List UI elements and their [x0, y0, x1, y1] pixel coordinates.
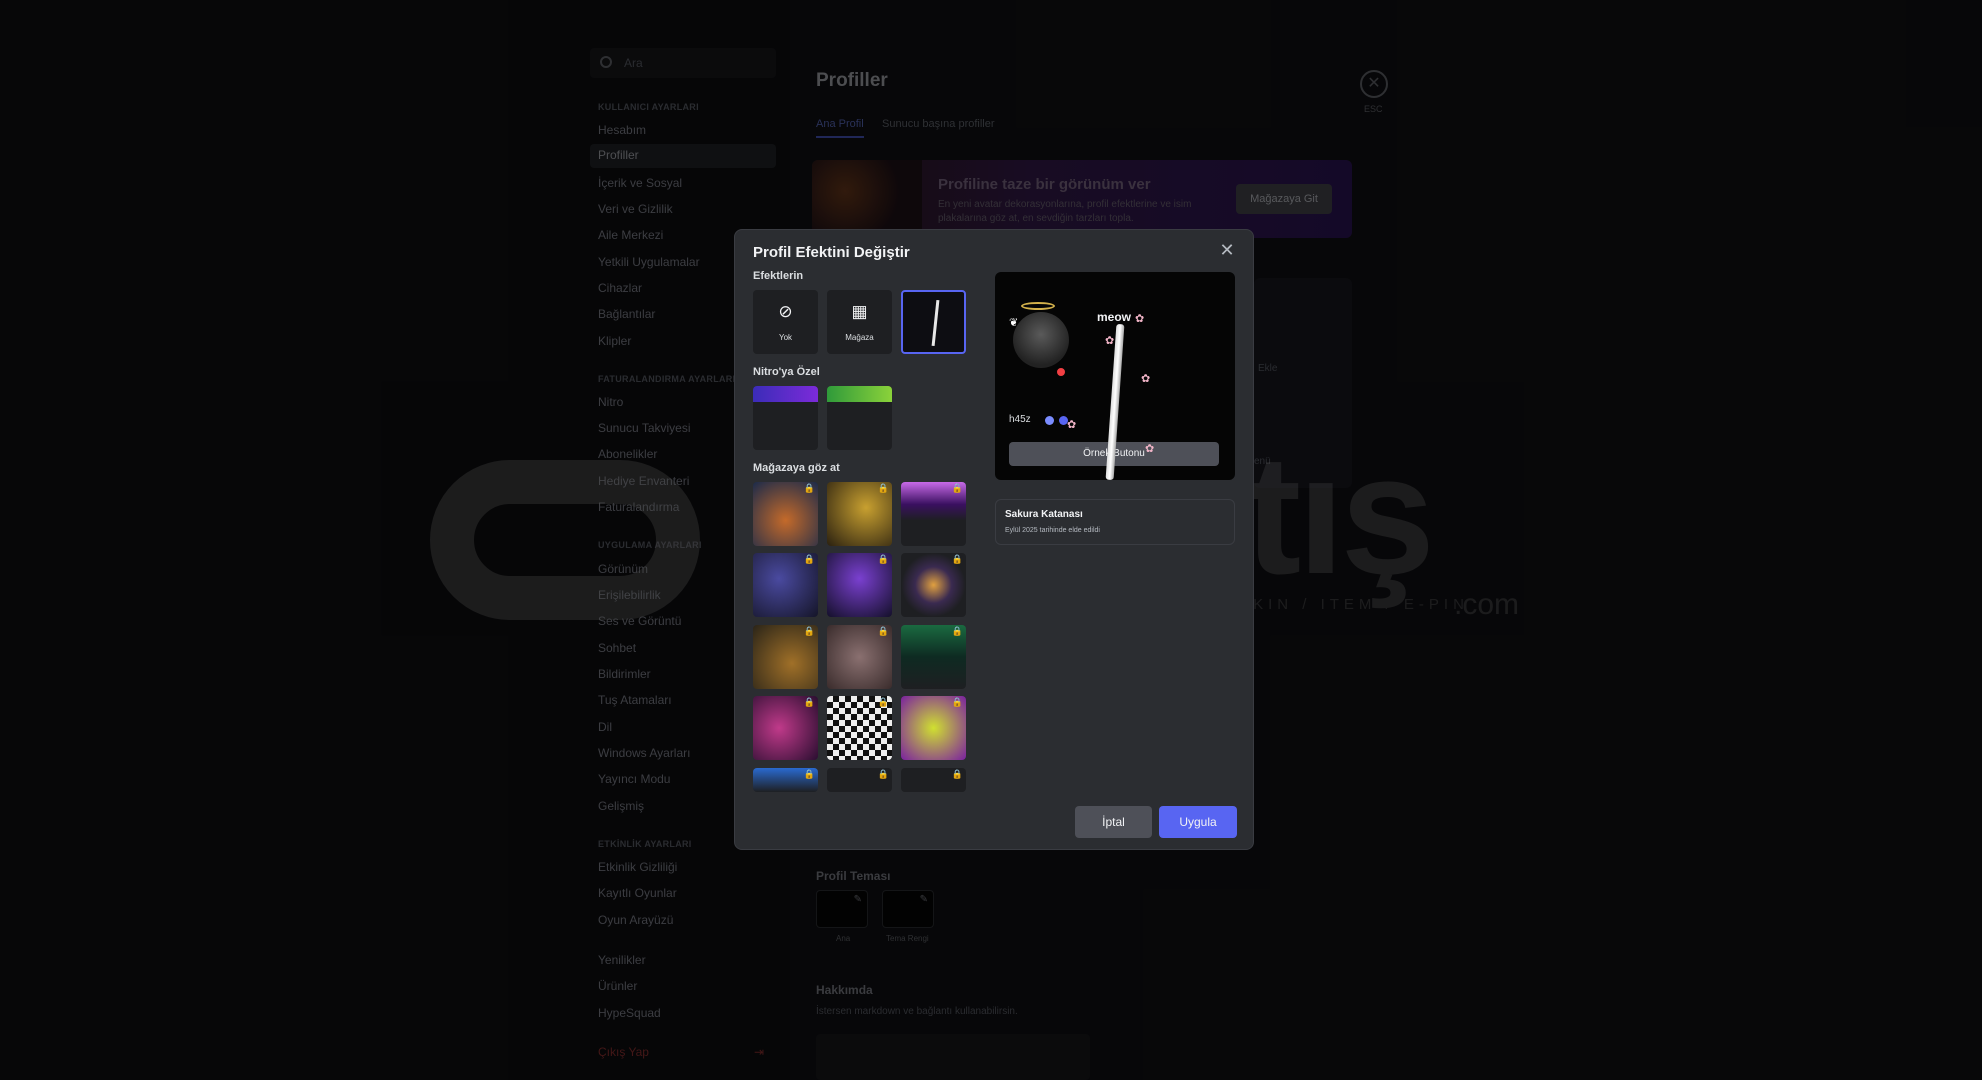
nitro-effect-tile[interactable] [827, 386, 892, 450]
lock-icon: 🔒 [951, 554, 963, 564]
nitro-effect-tile[interactable] [753, 386, 818, 450]
shop-effect-tile[interactable]: 🔒 [827, 553, 892, 617]
lock-icon: 🔒 [951, 483, 963, 493]
lock-icon: 🔒 [803, 483, 815, 493]
dnd-status-icon [1055, 366, 1067, 378]
shop-effect-tile[interactable]: 🔒 [753, 696, 818, 760]
section-browse-shop: Mağazaya göz at [753, 462, 840, 474]
cancel-button[interactable]: İptal [1075, 806, 1152, 838]
shop-effect-tile[interactable]: 🔒 [753, 553, 818, 617]
profile-effect-modal: Profil Efektini Değiştir ✕ Efektlerin ⊘ … [734, 229, 1254, 850]
effect-acquired-date: Eylül 2025 tarihinde elde edildi [1005, 527, 1100, 534]
modal-title: Profil Efektini Değiştir [753, 244, 910, 261]
petal-icon: ✿ [1141, 373, 1151, 385]
effect-shop-tile[interactable]: ▦ Mağaza [827, 290, 892, 354]
katana-thumbnail [931, 299, 940, 347]
shop-effect-tile[interactable]: 🔒 [827, 625, 892, 689]
discord-window: – □ ✕ Ara KULLANICI AYARLARI Hesabım Pro… [0, 0, 1982, 1080]
lock-icon: 🔒 [803, 769, 815, 779]
effect-shop-label: Mağaza [845, 333, 874, 342]
close-icon[interactable]: ✕ [1217, 240, 1237, 260]
shop-effect-tile[interactable]: 🔒 [901, 768, 966, 792]
shop-effect-tile[interactable]: 🔒 [827, 696, 892, 760]
petal-icon: ✿ [1135, 313, 1145, 325]
shop-effect-tile[interactable]: 🔒 [753, 768, 818, 792]
shop-icon: ▦ [851, 302, 868, 321]
display-name: meow [1097, 310, 1132, 324]
effect-thumbnail [827, 386, 892, 402]
lock-icon: 🔒 [877, 769, 889, 779]
lock-icon: 🔒 [877, 554, 889, 564]
badge-icon [1045, 416, 1054, 425]
lock-icon: 🔒 [803, 697, 815, 707]
shop-effect-tile[interactable]: 🔒 [753, 625, 818, 689]
effect-info-card: Sakura Katanası Eylül 2025 tarihinde eld… [995, 499, 1235, 545]
shop-effect-tile[interactable]: 🔒 [901, 625, 966, 689]
lock-icon: 🔒 [877, 697, 889, 707]
lock-icon: 🔒 [951, 697, 963, 707]
effect-preview: meow h45z Örnek Butonu ✿ ✿ ✿ ✿ ✿ ❦ [995, 272, 1235, 480]
shop-effect-tile[interactable]: 🔒 [901, 482, 966, 546]
lock-icon: 🔒 [951, 769, 963, 779]
shop-effect-tile[interactable]: 🔒 [827, 482, 892, 546]
avatar [1013, 312, 1069, 368]
effect-sakura-katana-tile[interactable] [901, 290, 966, 354]
effect-none-tile[interactable]: ⊘ Yok [753, 290, 818, 354]
username: h45z [1009, 414, 1031, 425]
shop-effect-tile[interactable]: 🔒 [753, 482, 818, 546]
halo-decoration [1021, 302, 1055, 310]
lock-icon: 🔒 [951, 626, 963, 636]
lock-icon: 🔒 [803, 554, 815, 564]
shop-effect-tile[interactable]: 🔒 [901, 553, 966, 617]
lock-icon: 🔒 [877, 483, 889, 493]
section-your-effects: Efektlerin [753, 270, 804, 282]
shop-effect-tile[interactable]: 🔒 [901, 696, 966, 760]
shop-effect-tile[interactable]: 🔒 [827, 768, 892, 792]
petal-icon: ✿ [1105, 335, 1115, 347]
effect-thumbnail [753, 386, 818, 402]
lock-icon: 🔒 [803, 626, 815, 636]
effect-name: Sakura Katanası [1005, 509, 1083, 520]
section-nitro-exclusive: Nitro'ya Özel [753, 366, 820, 378]
wing-icon: ❦ [1009, 317, 1019, 329]
petal-icon: ✿ [1067, 419, 1077, 431]
apply-button[interactable]: Uygula [1159, 806, 1237, 838]
effect-none-label: Yok [778, 333, 793, 342]
petal-icon: ✿ [1145, 443, 1155, 455]
lock-icon: 🔒 [877, 626, 889, 636]
none-icon: ⊘ [778, 302, 793, 321]
